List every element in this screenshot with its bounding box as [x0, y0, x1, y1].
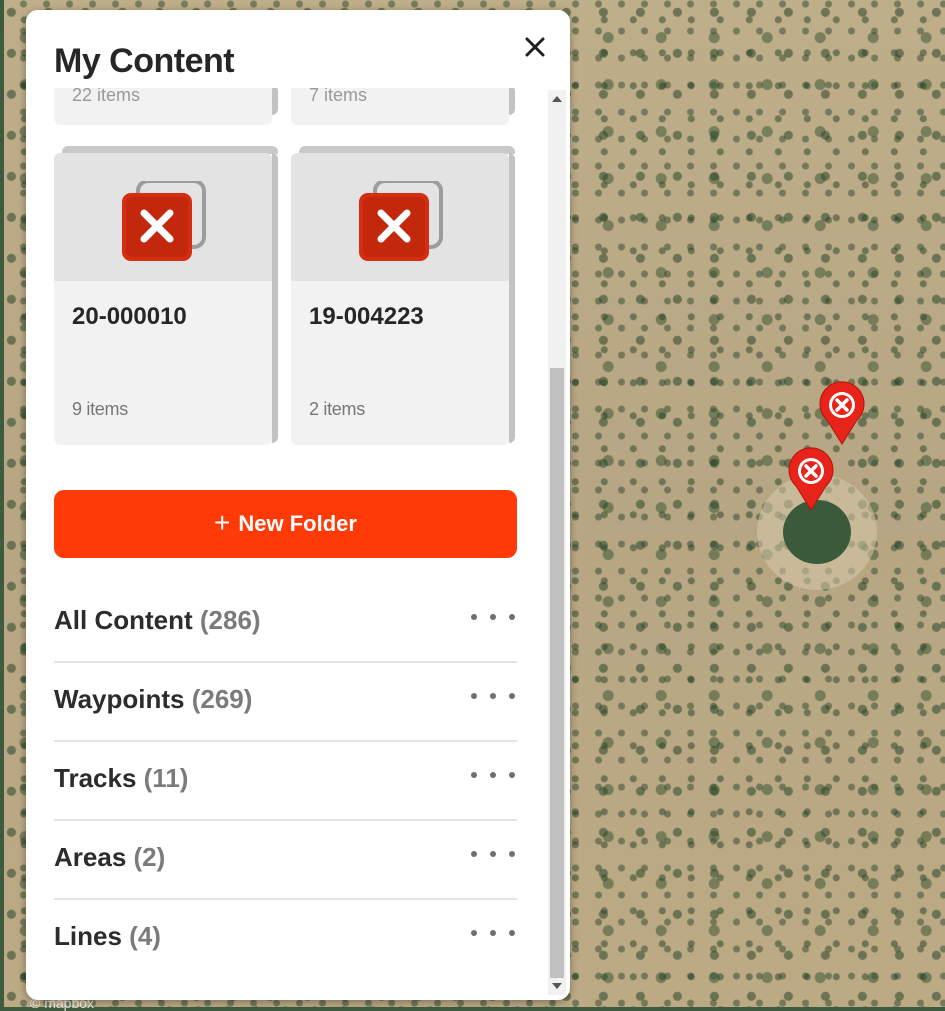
- row-title: All Content: [54, 605, 193, 635]
- panel-title: My Content: [54, 42, 235, 80]
- delete-marker-icon: [120, 179, 206, 266]
- content-row-lines[interactable]: Lines (4): [54, 899, 517, 977]
- folder-item-count: 2 items: [309, 399, 365, 419]
- close-button[interactable]: [520, 32, 550, 62]
- more-options-icon[interactable]: [471, 763, 515, 787]
- more-options-icon[interactable]: [471, 605, 515, 629]
- row-title: Lines: [54, 921, 122, 951]
- row-label: Tracks (11): [54, 763, 188, 794]
- more-options-icon[interactable]: [471, 921, 515, 945]
- close-icon: [525, 37, 545, 57]
- row-count: (286): [199, 605, 261, 635]
- content-row-all-content[interactable]: All Content (286): [54, 583, 517, 663]
- plus-icon: +: [214, 507, 231, 538]
- scroll-up-arrow-icon[interactable]: [552, 96, 562, 102]
- map-marker-1[interactable]: [817, 380, 867, 446]
- folder-card[interactable]: 19-004223 2 items: [291, 146, 515, 445]
- row-label: Waypoints (269): [54, 684, 252, 715]
- more-options-icon[interactable]: [471, 842, 515, 866]
- row-label: Lines (4): [54, 921, 161, 952]
- scrollbar-thumb[interactable]: [550, 368, 564, 978]
- content-row-tracks[interactable]: Tracks (11): [54, 741, 517, 821]
- more-options-icon[interactable]: [471, 684, 515, 708]
- my-content-panel: 22 items 7 items 20-000010 9 items 19-00…: [26, 10, 570, 1000]
- new-folder-label: New Folder: [238, 511, 357, 536]
- folder-item-count: 9 items: [72, 399, 128, 419]
- folder-spine: [272, 85, 278, 115]
- row-title: Waypoints: [54, 684, 185, 714]
- row-count: (269): [191, 684, 253, 714]
- content-row-areas[interactable]: Areas (2): [54, 820, 517, 900]
- panel-header: My Content: [26, 10, 570, 88]
- folder-card-partial[interactable]: 22 items: [54, 85, 278, 125]
- delete-marker-icon: [357, 179, 443, 266]
- folder-item-count: 7 items: [309, 85, 368, 105]
- folder-thumbnail: [291, 153, 509, 281]
- row-count: (4): [129, 921, 161, 951]
- row-title: Areas: [54, 842, 127, 872]
- row-count: (11): [143, 763, 189, 793]
- row-title: Tracks: [54, 763, 137, 793]
- map-marker-2[interactable]: [786, 446, 836, 512]
- folder-card[interactable]: 20-000010 9 items: [54, 146, 278, 445]
- folder-spine: [509, 85, 515, 115]
- row-label: Areas (2): [54, 842, 165, 873]
- new-folder-button[interactable]: + New Folder: [54, 490, 517, 558]
- scroll-down-arrow-icon[interactable]: [552, 983, 562, 989]
- content-row-waypoints[interactable]: Waypoints (269): [54, 662, 517, 742]
- folder-thumbnail: [54, 153, 272, 281]
- folder-item-count: 22 items: [72, 85, 141, 105]
- row-label: All Content (286): [54, 605, 261, 636]
- delete-marker-icon: [819, 381, 865, 445]
- panel-scroll-area[interactable]: 22 items 7 items 20-000010 9 items 19-00…: [26, 10, 546, 1000]
- delete-marker-icon: [788, 447, 834, 511]
- folder-name: 19-004223: [309, 303, 424, 330]
- folder-card-partial[interactable]: 7 items: [291, 85, 515, 125]
- scrollbar[interactable]: [548, 90, 566, 995]
- folder-spine: [509, 153, 515, 443]
- folder-name: 20-000010: [72, 303, 187, 330]
- row-count: (2): [133, 842, 166, 872]
- folder-spine: [272, 153, 278, 443]
